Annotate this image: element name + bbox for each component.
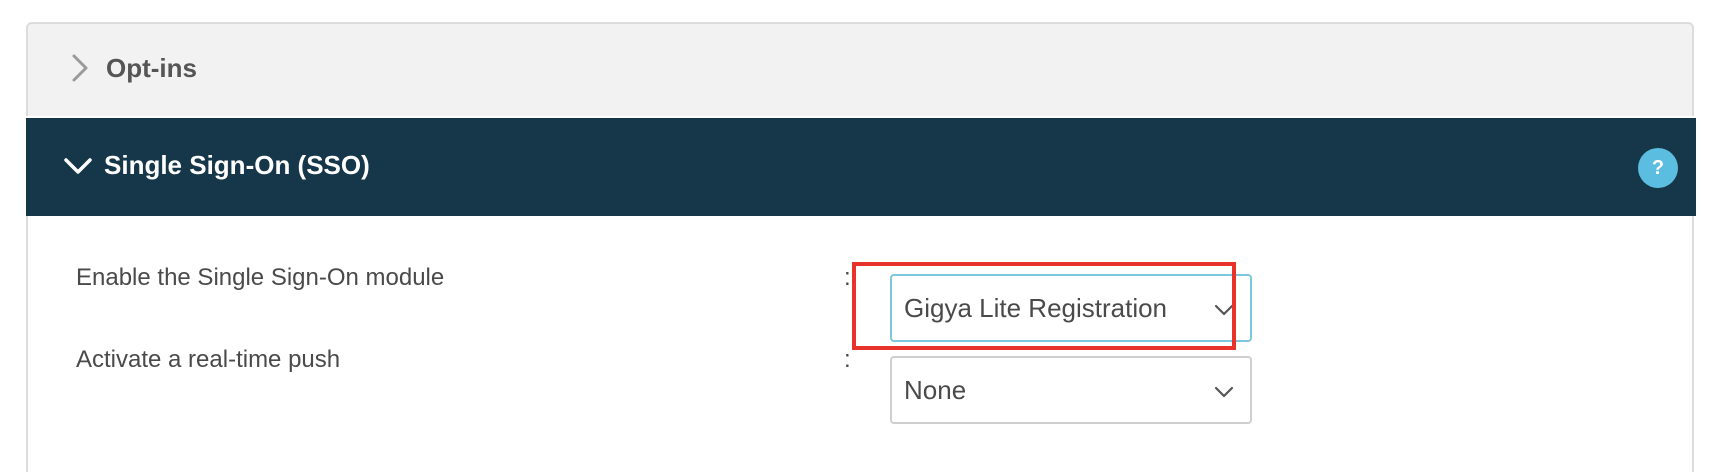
field-separator: : <box>844 264 851 291</box>
realtime-push-select-value: None <box>904 375 967 405</box>
panel-optins-header[interactable]: Opt-ins <box>26 22 1694 116</box>
field-label-enable-sso: Enable the Single Sign-On module <box>76 264 445 291</box>
field-separator: : <box>844 346 851 373</box>
realtime-push-select[interactable]: None <box>890 356 1252 424</box>
enable-sso-select-value: Gigya Lite Registration <box>904 293 1168 323</box>
panel-optins-title: Opt-ins <box>106 53 197 83</box>
chevron-down-icon <box>1212 380 1236 404</box>
field-label-realtime-push: Activate a real-time push <box>76 346 341 373</box>
panel-sso-title: Single Sign-On (SSO) <box>104 150 370 180</box>
page: Opt-ins Single Sign-On (SSO) ? Enable th… <box>0 0 1722 472</box>
enable-sso-select[interactable]: Gigya Lite Registration <box>890 274 1252 342</box>
panel-sso-header[interactable]: Single Sign-On (SSO) ? <box>26 118 1696 216</box>
panel-sso-body: Enable the Single Sign-On module : Gigya… <box>26 216 1694 472</box>
help-icon[interactable]: ? <box>1638 148 1678 188</box>
chevron-right-icon <box>62 50 98 86</box>
chevron-down-icon <box>1212 298 1236 322</box>
chevron-down-icon <box>60 148 96 184</box>
